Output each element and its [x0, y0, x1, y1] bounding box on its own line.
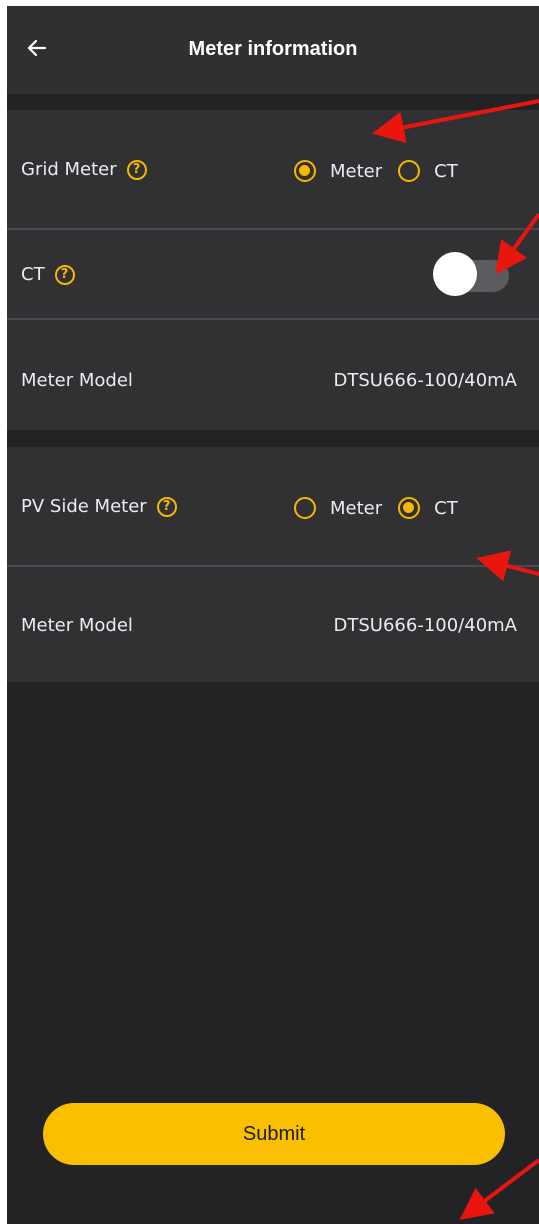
grid-meter-row: Grid Meter ? Meter CT — [7, 110, 539, 228]
top-bar: Meter information — [7, 6, 539, 94]
help-icon[interactable]: ? — [126, 159, 147, 180]
radio-grid-ct-label[interactable]: CT — [434, 161, 458, 182]
ct-toggle[interactable] — [433, 252, 511, 296]
pv-side-meter-row: PV Side Meter ? Meter CT — [7, 447, 539, 565]
radio-pv-meter-label[interactable]: Meter — [330, 498, 382, 519]
toggle-knob — [433, 252, 477, 296]
pv-side-meter-options: Meter CT — [294, 497, 474, 519]
pv-side-meter-card: PV Side Meter ? Meter CT Meter Model DTS… — [7, 447, 539, 682]
meter-model-label: Meter Model — [21, 370, 133, 391]
submit-button[interactable]: Submit — [43, 1103, 505, 1165]
meter-model-value: DTSU666-100/40mA — [333, 370, 517, 391]
meter-model-label: Meter Model — [21, 615, 133, 636]
ct-label: CT — [21, 264, 45, 285]
radio-pv-ct[interactable] — [398, 497, 421, 519]
radio-grid-meter[interactable] — [294, 160, 316, 182]
grid-meter-card: Grid Meter ? Meter CT CT ? Meter Model D… — [7, 110, 539, 430]
pv-meter-model-row: Meter Model DTSU666-100/40mA — [7, 567, 539, 682]
app-screen: Meter information Grid Meter ? Meter CT … — [7, 6, 539, 1224]
help-icon[interactable]: ? — [156, 496, 177, 517]
radio-pv-meter[interactable] — [294, 497, 316, 519]
page-title: Meter information — [188, 38, 358, 60]
radio-pv-ct-label[interactable]: CT — [434, 498, 458, 519]
ct-row: CT ? — [7, 230, 539, 318]
grid-meter-model-row: Meter Model DTSU666-100/40mA — [7, 320, 539, 430]
radio-grid-ct[interactable] — [398, 160, 421, 182]
grid-meter-options: Meter CT — [294, 160, 474, 182]
help-icon[interactable]: ? — [54, 264, 75, 285]
radio-grid-meter-label[interactable]: Meter — [330, 161, 382, 182]
meter-model-value: DTSU666-100/40mA — [333, 615, 517, 636]
grid-meter-label: Grid Meter — [21, 159, 117, 180]
pv-side-meter-label: PV Side Meter — [21, 496, 147, 517]
